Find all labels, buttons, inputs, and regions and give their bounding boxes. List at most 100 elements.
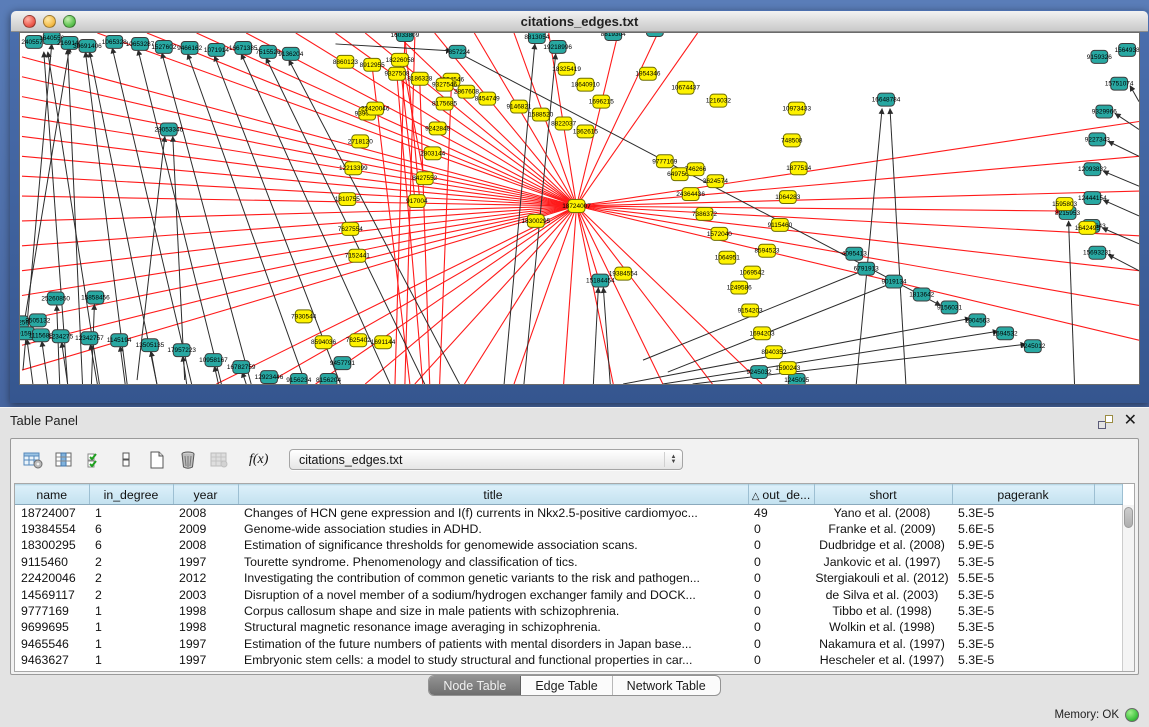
table-cell[interactable]: 0 xyxy=(748,603,814,619)
delete-trash-icon[interactable] xyxy=(175,448,201,472)
table-row[interactable]: 946554611997Estimation of the future num… xyxy=(15,636,1122,652)
graph-edge[interactable] xyxy=(266,58,425,384)
graph-edge[interactable] xyxy=(663,331,998,384)
table-cell[interactable] xyxy=(1094,586,1122,602)
table-cell[interactable]: 2008 xyxy=(173,505,238,521)
table-cell[interactable]: 5.3E-5 xyxy=(952,619,1094,635)
table-cell[interactable]: 0 xyxy=(748,570,814,586)
table-row[interactable]: 977716911998Corpus callosum shape and si… xyxy=(15,603,1122,619)
selection-checks-icon[interactable] xyxy=(82,448,108,472)
column-header-title[interactable]: title xyxy=(238,485,748,505)
table-row[interactable]: 946362711997Embryonic stem cells: a mode… xyxy=(15,652,1122,668)
graph-edge[interactable] xyxy=(27,339,33,384)
table-cell[interactable]: de Silva et al. (2003) xyxy=(814,586,952,602)
table-cell[interactable] xyxy=(1094,537,1122,553)
table-cell[interactable]: 2 xyxy=(89,554,173,570)
graph-edge[interactable] xyxy=(577,206,713,384)
column-header-short[interactable]: short xyxy=(814,485,952,505)
table-cell[interactable]: 1997 xyxy=(173,636,238,652)
table-cell[interactable]: 1 xyxy=(89,636,173,652)
table-cell[interactable]: 9777169 xyxy=(15,603,89,619)
scrollbar-thumb[interactable] xyxy=(1124,507,1133,528)
table-cell[interactable]: Investigating the contribution of common… xyxy=(238,570,748,586)
table-cell[interactable]: 1 xyxy=(89,603,173,619)
graph-edge[interactable] xyxy=(464,206,576,384)
graph-edge[interactable] xyxy=(577,33,658,206)
table-cell[interactable]: Corpus callosum shape and size in male p… xyxy=(238,603,748,619)
table-cell[interactable]: 19384554 xyxy=(15,521,89,537)
graph-edge[interactable] xyxy=(266,206,577,384)
table-cell[interactable]: 5.3E-5 xyxy=(952,505,1094,521)
table-cell[interactable]: Hescheler et al. (1997) xyxy=(814,652,952,668)
network-window[interactable]: citations_edges.txt 24055721640556216914… xyxy=(10,10,1149,403)
table-cell[interactable]: Disruption of a novel member of a sodium… xyxy=(238,586,748,602)
graph-edge[interactable] xyxy=(162,53,251,384)
float-panel-icon[interactable] xyxy=(1098,415,1113,429)
table-cell[interactable]: Tourette syndrome. Phenomenology and cla… xyxy=(238,554,748,570)
table-cell[interactable]: Genome-wide association studies in ADHD. xyxy=(238,521,748,537)
table-cell[interactable]: 0 xyxy=(748,652,814,668)
table-cell[interactable]: 1998 xyxy=(173,603,238,619)
table-cell[interactable]: 0 xyxy=(748,636,814,652)
table-cell[interactable]: 5.9E-5 xyxy=(952,537,1094,553)
graph-edge[interactable] xyxy=(1103,200,1139,216)
minimize-window-button[interactable] xyxy=(43,15,56,28)
table-cell[interactable]: 18300295 xyxy=(15,537,89,553)
table-cell[interactable]: Changes of HCN gene expression and I(f) … xyxy=(238,505,748,521)
zoom-window-button[interactable] xyxy=(63,15,76,28)
table-cell[interactable]: Nakamura et al. (1997) xyxy=(814,636,952,652)
column-header-in-degree[interactable]: in_degree xyxy=(89,485,173,505)
table-cell[interactable]: 9465546 xyxy=(15,636,89,652)
table-cell[interactable]: 9115460 xyxy=(15,554,89,570)
table-cell[interactable]: 5.3E-5 xyxy=(952,652,1094,668)
table-cell[interactable]: 9463627 xyxy=(15,652,89,668)
table-cell[interactable]: 0 xyxy=(748,521,814,537)
graph-edge[interactable] xyxy=(577,206,763,384)
graph-edge[interactable] xyxy=(214,56,340,384)
table-cell[interactable]: Tibbo et al. (1998) xyxy=(814,603,952,619)
graph-edge[interactable] xyxy=(151,351,157,384)
table-cell[interactable] xyxy=(1094,603,1122,619)
close-panel-icon[interactable]: ✕ xyxy=(1124,411,1137,431)
table-cell[interactable]: 5.6E-5 xyxy=(952,521,1094,537)
table-cell[interactable]: 2009 xyxy=(173,521,238,537)
table-vertical-scrollbar[interactable] xyxy=(1122,505,1134,671)
graph-edge[interactable] xyxy=(22,206,577,370)
table-row[interactable]: 1938455462009Genome-wide association stu… xyxy=(15,521,1122,537)
table-cell[interactable]: Structural magnetic resonance image aver… xyxy=(238,619,748,635)
network-window-titlebar[interactable]: citations_edges.txt xyxy=(11,11,1148,32)
table-cell[interactable] xyxy=(1094,521,1122,537)
function-builder-icon[interactable]: f(x) xyxy=(249,452,268,468)
table-cell[interactable]: 1 xyxy=(89,505,173,521)
table-cell[interactable]: 1 xyxy=(89,619,173,635)
table-cell[interactable]: Estimation of the future numbers of pati… xyxy=(238,636,748,652)
table-cell[interactable]: Dudbridge et al. (2008) xyxy=(814,537,952,553)
table-cell[interactable]: Stergiakouli et al. (2012) xyxy=(814,570,952,586)
table-cell[interactable]: 6 xyxy=(89,537,173,553)
table-cell[interactable]: Estimation of significance thresholds fo… xyxy=(238,537,748,553)
table-cell[interactable]: Yano et al. (2008) xyxy=(814,505,952,521)
tab-edge-table[interactable]: Edge Table xyxy=(521,676,612,695)
table-cell[interactable]: 5.3E-5 xyxy=(952,586,1094,602)
table-selector-dropdown[interactable]: citations_edges.txt ▲▼ xyxy=(289,449,683,470)
graph-edge[interactable] xyxy=(22,206,577,295)
table-cell[interactable]: Wolkin et al. (1998) xyxy=(814,619,952,635)
table-cell[interactable] xyxy=(1094,636,1122,652)
graph-edge[interactable] xyxy=(1108,255,1139,271)
table-cell[interactable]: 49 xyxy=(748,505,814,521)
tab-node-table[interactable]: Node Table xyxy=(429,676,521,695)
column-header-name[interactable]: name xyxy=(15,485,89,505)
table-cell[interactable] xyxy=(1094,554,1122,570)
table-cell[interactable]: 5.3E-5 xyxy=(952,554,1094,570)
graph-edge[interactable] xyxy=(1130,86,1139,102)
table-cell[interactable]: 0 xyxy=(748,537,814,553)
close-window-button[interactable] xyxy=(23,15,36,28)
graph-edge[interactable] xyxy=(890,109,906,384)
table-cell[interactable]: 2003 xyxy=(173,586,238,602)
tab-network-table[interactable]: Network Table xyxy=(613,676,720,695)
table-cell[interactable]: Embryonic stem cells: a model to study s… xyxy=(238,652,748,668)
graph-edge[interactable] xyxy=(1103,171,1139,186)
graph-edge[interactable] xyxy=(856,109,882,384)
graph-edge[interactable] xyxy=(57,305,60,384)
graph-edge[interactable] xyxy=(1108,141,1139,156)
